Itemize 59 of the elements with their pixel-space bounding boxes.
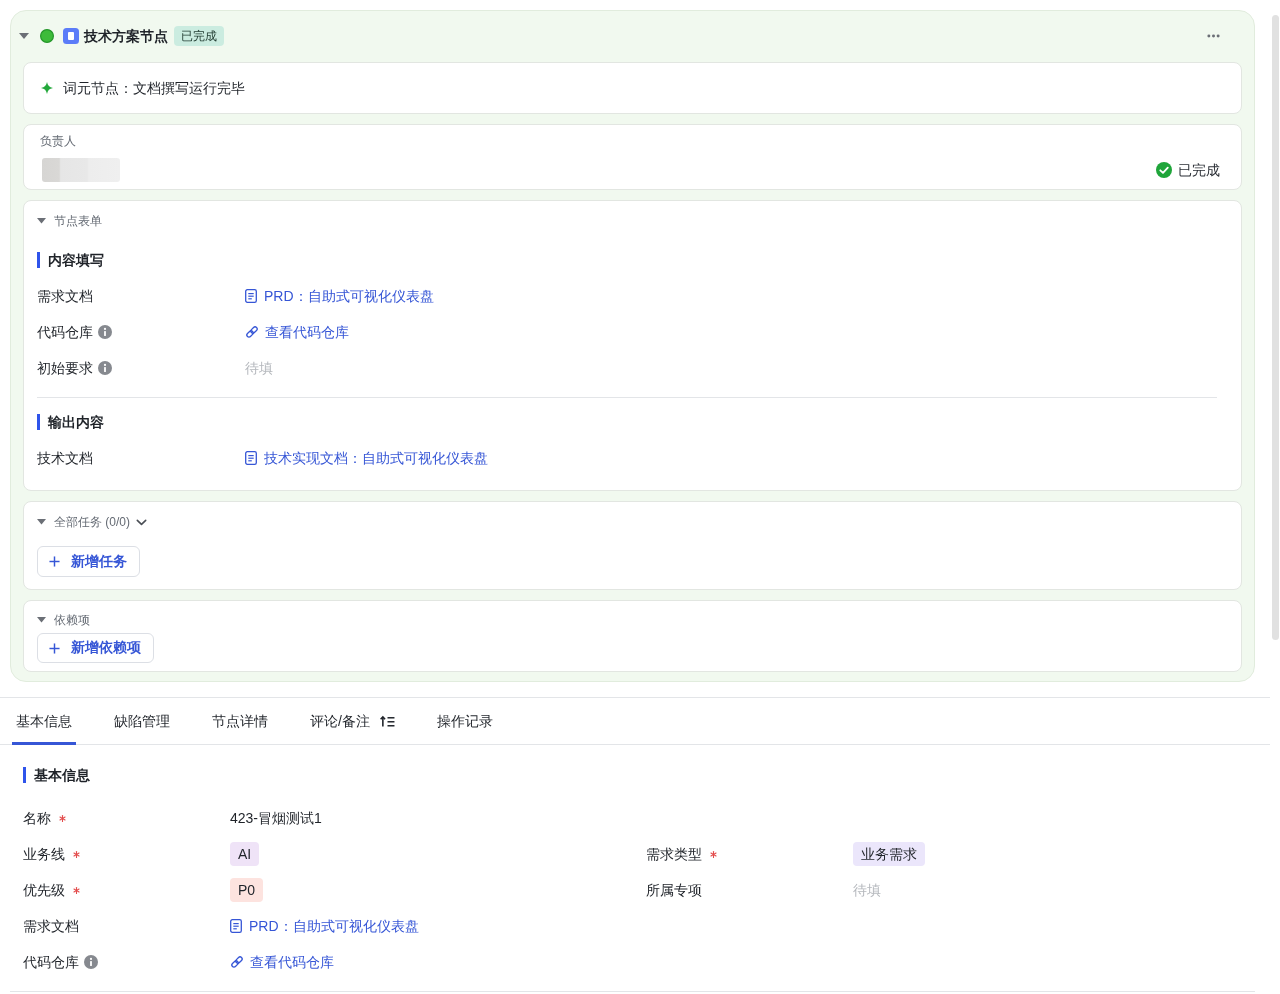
- document-icon: [63, 28, 79, 44]
- field-label: 需求类型: [646, 845, 702, 864]
- plus-icon: [49, 642, 60, 654]
- repository-link[interactable]: 查看代码仓库: [245, 322, 349, 342]
- document-icon: [230, 919, 242, 933]
- tab[interactable]: 节点详情: [208, 698, 272, 745]
- field-label: 需求文档: [37, 287, 93, 306]
- document-link[interactable]: PRD：自助式可视化仪表盘: [245, 286, 434, 306]
- plus-icon: [49, 556, 60, 567]
- message-text: 词元节点：文档撰写运行完毕: [63, 79, 245, 98]
- document-icon: [245, 451, 257, 465]
- tab[interactable]: 操作记录: [432, 698, 497, 745]
- status-badge: 已完成: [174, 26, 224, 46]
- field-label: 所属专项: [646, 881, 702, 900]
- tab[interactable]: 评论/备注: [306, 698, 399, 745]
- field-label: 代码仓库: [37, 323, 93, 342]
- collapse-toggle[interactable]: 依赖项: [37, 612, 90, 628]
- assignee-label: 负责人: [40, 133, 76, 149]
- collapse-toggle[interactable]: 全部任务 (0/0): [37, 514, 130, 530]
- repository-link[interactable]: 查看代码仓库: [230, 952, 334, 972]
- collapse-toggle[interactable]: 节点表单: [37, 213, 102, 229]
- link-icon: [230, 955, 244, 969]
- field-label: 业务线: [23, 845, 65, 864]
- add-task-button[interactable]: 新增任务: [37, 546, 140, 577]
- add-dependency-button[interactable]: 新增依赖项: [37, 633, 154, 663]
- caret-down-icon[interactable]: [19, 33, 29, 39]
- sort-icon[interactable]: [379, 715, 395, 728]
- node-title: 技术方案节点: [84, 27, 168, 46]
- chevron-down-icon[interactable]: [136, 518, 147, 526]
- sparkle-icon: [41, 82, 53, 94]
- status-text: 已完成: [1178, 161, 1220, 180]
- field-label: 名称: [23, 809, 51, 828]
- check-circle-icon: [1156, 162, 1172, 178]
- placeholder-text: 待填: [245, 359, 273, 378]
- field-label: 初始要求: [37, 359, 93, 378]
- document-icon: [245, 289, 257, 303]
- field-label: 需求文档: [23, 917, 79, 936]
- field-label: 技术文档: [37, 449, 93, 468]
- info-icon[interactable]: [98, 325, 112, 339]
- more-icon[interactable]: [1207, 34, 1220, 38]
- field-label: 代码仓库: [23, 953, 79, 972]
- link-icon: [245, 325, 259, 339]
- tag: P0: [230, 878, 264, 902]
- tag: 业务需求: [853, 842, 925, 866]
- info-icon[interactable]: [98, 361, 112, 375]
- tag: AI: [230, 842, 260, 866]
- document-link[interactable]: PRD：自助式可视化仪表盘: [230, 916, 419, 936]
- tab[interactable]: 基本信息: [12, 698, 76, 745]
- section-title: 输出内容: [37, 414, 104, 430]
- section-title: 内容填写: [37, 252, 104, 268]
- field-label: 优先级: [23, 881, 65, 900]
- document-link[interactable]: 技术实现文档：自助式可视化仪表盘: [245, 448, 488, 468]
- status-dot-icon: [40, 29, 54, 43]
- scrollbar-thumb[interactable]: [1272, 15, 1279, 640]
- field-value: 423-冒烟测试1: [230, 809, 322, 828]
- info-icon[interactable]: [84, 955, 98, 969]
- section-title: 基本信息: [23, 767, 90, 783]
- tab[interactable]: 缺陷管理: [110, 698, 174, 745]
- placeholder-text: 待填: [853, 881, 881, 900]
